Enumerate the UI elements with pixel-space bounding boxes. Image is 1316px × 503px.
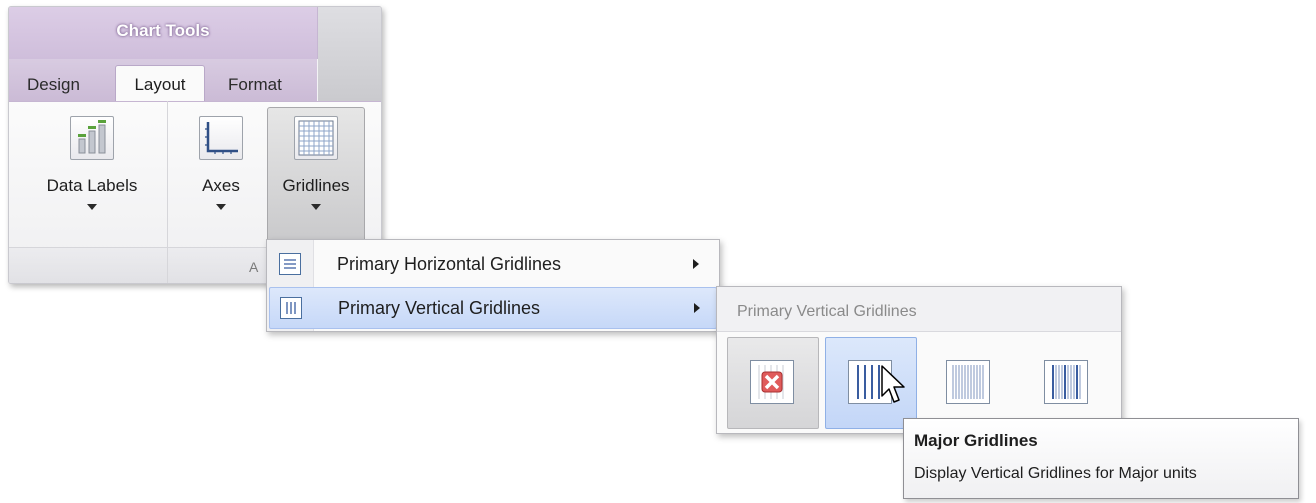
submenu-arrow-icon — [694, 303, 700, 313]
context-tab-title: Chart Tools — [116, 21, 210, 40]
tab-format[interactable]: Format — [228, 75, 282, 95]
data-labels-icon — [70, 116, 114, 160]
gridlines-label: Gridlines — [282, 176, 350, 195]
gridlines-menu: Primary Horizontal Gridlines Primary Ver… — [266, 239, 720, 332]
gridlines-button[interactable]: Gridlines — [267, 107, 365, 245]
menu-item-label: Primary Vertical Gridlines — [338, 298, 541, 318]
no-gridlines-icon — [750, 360, 794, 404]
gallery-option-none[interactable] — [727, 337, 819, 429]
vertical-gridlines-icon — [280, 297, 302, 319]
gallery-header: Primary Vertical Gridlines — [717, 287, 1121, 332]
axes-icon — [199, 116, 243, 160]
menu-item-primary-vertical-gridlines[interactable]: Primary Vertical Gridlines — [269, 287, 717, 329]
gallery-title: Primary Vertical Gridlines — [737, 303, 917, 320]
axes-label: Axes — [202, 176, 240, 195]
axes-button[interactable]: Axes — [181, 107, 261, 245]
tab-layout[interactable]: Layout — [115, 65, 205, 103]
menu-item-primary-horizontal-gridlines[interactable]: Primary Horizontal Gridlines — [269, 244, 715, 284]
chevron-down-icon — [87, 204, 97, 210]
chevron-down-icon — [311, 204, 321, 210]
ribbon-corner — [318, 7, 381, 101]
axes-group-caption: A — [249, 259, 259, 275]
tab-layout-label: Layout — [134, 75, 186, 94]
gridlines-icon — [294, 116, 338, 160]
horizontal-gridlines-icon — [279, 253, 301, 275]
tooltip-title: Major Gridlines — [914, 431, 1038, 450]
context-tab-header: Chart Tools — [9, 7, 318, 59]
data-labels-label: Data Labels — [46, 176, 138, 195]
tooltip-description: Display Vertical Gridlines for Major uni… — [914, 465, 1197, 482]
major-minor-gridlines-icon — [1044, 360, 1088, 404]
vertical-gridlines-gallery: Primary Vertical Gridlines — [716, 286, 1122, 434]
tooltip: Major Gridlines Display Vertical Gridlin… — [903, 418, 1299, 499]
minor-gridlines-icon — [946, 360, 990, 404]
submenu-arrow-icon — [693, 259, 699, 269]
chevron-down-icon — [216, 204, 226, 210]
menu-item-label: Primary Horizontal Gridlines — [337, 254, 562, 274]
data-labels-button[interactable]: Data Labels — [23, 107, 161, 245]
gallery-option-minor[interactable] — [923, 337, 1015, 429]
gallery-option-major-and-minor[interactable] — [1021, 337, 1113, 429]
tab-design[interactable]: Design — [27, 75, 80, 95]
mouse-pointer-icon — [881, 365, 905, 403]
group-separator — [167, 101, 168, 283]
